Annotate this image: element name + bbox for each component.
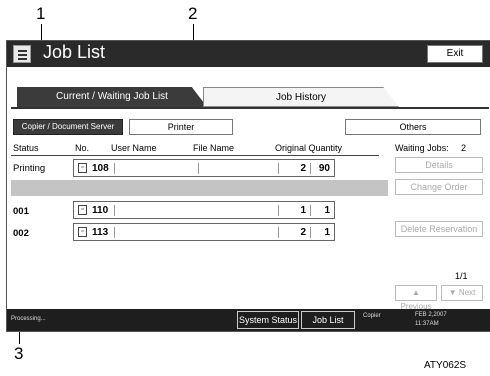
exit-button[interactable]: Exit [427, 45, 483, 63]
row-status: 001 [13, 206, 29, 217]
previous-button[interactable]: ▲ Previous [395, 285, 437, 311]
row-status: 002 [13, 228, 29, 239]
tab-divider [11, 107, 489, 109]
callout-3: 3 [14, 344, 24, 363]
quantity: 1 [324, 227, 330, 238]
column-separator [278, 227, 279, 238]
column-separator [114, 163, 115, 174]
callout-1: 1 [36, 4, 46, 23]
column-separator [310, 205, 311, 216]
original-count: 1 [300, 205, 306, 216]
tab-current-waiting[interactable]: Current / Waiting Job List [17, 87, 207, 107]
status-message: Processing... [11, 316, 46, 322]
callout-2: 2 [188, 4, 198, 23]
column-separator [114, 205, 115, 216]
original-count: 2 [300, 163, 306, 174]
quantity: 90 [318, 163, 330, 174]
column-separator [310, 227, 311, 238]
page-indicator: 1/1 [455, 271, 468, 281]
system-status-button[interactable]: System Status [237, 311, 299, 329]
waiting-jobs-label: Waiting Jobs: [395, 143, 449, 153]
row-status: Printing [13, 163, 46, 174]
column-separator [198, 163, 199, 174]
original-count: 2 [300, 227, 306, 238]
date-label: FEB 2,2007 [415, 312, 447, 318]
filter-others-button[interactable]: Others [345, 119, 481, 135]
details-button[interactable]: Details [395, 157, 483, 173]
empty-job-slot [11, 180, 388, 196]
job-list-screen: Job List Exit Current / Waiting Job List… [6, 40, 490, 332]
window-title: Job List [43, 42, 106, 62]
column-no: No. [75, 143, 90, 153]
column-separator [114, 227, 115, 238]
column-separator [310, 163, 311, 174]
tab-job-history[interactable]: Job History [203, 87, 399, 107]
column-separator [278, 205, 279, 216]
filter-copier-button[interactable]: Copier / Document Server [13, 119, 123, 135]
list-icon [13, 45, 31, 63]
job-list-button[interactable]: Job List [301, 311, 355, 329]
column-status: Status [13, 143, 39, 153]
mode-label: Copier [363, 313, 381, 319]
document-icon: ▫ [78, 227, 87, 237]
next-button[interactable]: ▼ Next [441, 285, 483, 301]
waiting-jobs-count: 2 [461, 143, 467, 153]
job-number: 113 [92, 227, 109, 238]
job-row-110[interactable]: ▫ 110 1 1 [73, 201, 335, 219]
job-number: 108 [92, 163, 109, 174]
figure-code: ATY062S [424, 360, 467, 371]
column-original-quantity: Original Quantity [275, 143, 343, 153]
document-icon: ▫ [78, 163, 87, 173]
column-separator [278, 163, 279, 174]
change-order-button[interactable]: Change Order [395, 179, 483, 195]
filter-printer-button[interactable]: Printer [129, 119, 233, 135]
job-row-108[interactable]: ▫ 108 2 90 [73, 159, 335, 177]
header-divider [11, 155, 379, 156]
column-file-name: File Name [193, 143, 235, 153]
job-number: 110 [92, 205, 109, 216]
delete-reservation-button[interactable]: Delete Reservation [395, 221, 483, 237]
quantity: 1 [324, 205, 330, 216]
status-bar: Processing... System Status Job List Cop… [7, 309, 490, 331]
column-user-name: User Name [111, 143, 157, 153]
title-bar: Job List Exit [7, 41, 490, 67]
job-row-113[interactable]: ▫ 113 2 1 [73, 223, 335, 241]
document-icon: ▫ [78, 205, 87, 215]
time-label: 11:37AM [415, 321, 439, 327]
